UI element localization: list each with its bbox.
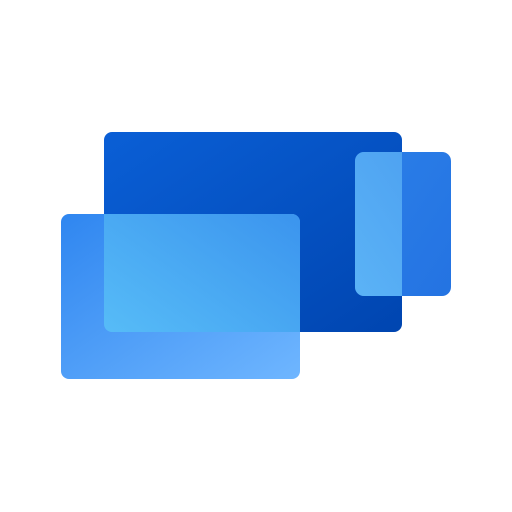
overlapping-screens-icon — [61, 132, 451, 379]
app-icon-canvas — [0, 0, 512, 512]
